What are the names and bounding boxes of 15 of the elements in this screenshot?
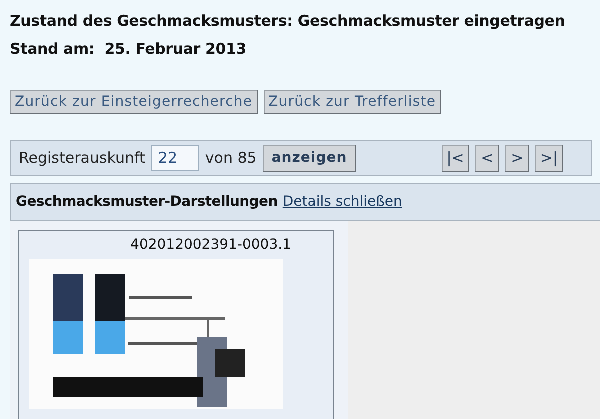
section-title: Geschmacksmuster-Darstellungen <box>16 194 278 210</box>
paging-button[interactable]: >| <box>535 144 563 172</box>
date-text: Stand am: 25. Februar 2013 <box>10 40 248 58</box>
back-button[interactable]: Zurück zur Einsteigerrecherche <box>10 90 258 114</box>
register-label: Registerauskunft <box>19 149 146 167</box>
back-button[interactable]: Zurück zur Trefferliste <box>264 90 442 114</box>
paging-button[interactable]: < <box>475 144 500 172</box>
paging-button[interactable]: |< <box>442 144 470 172</box>
total-count: von 85 <box>205 149 257 167</box>
close-details-link[interactable]: Details schließen <box>282 194 402 210</box>
show-button[interactable]: anzeigen <box>262 144 356 172</box>
design-number: 402012002391-0003.1 <box>130 237 292 253</box>
paging-button[interactable]: > <box>505 144 530 172</box>
status-text: Zustand des Geschmacksmusters: Geschmacksmuster eingetragen <box>10 12 566 30</box>
record-number-field[interactable]: 22 <box>151 145 200 171</box>
